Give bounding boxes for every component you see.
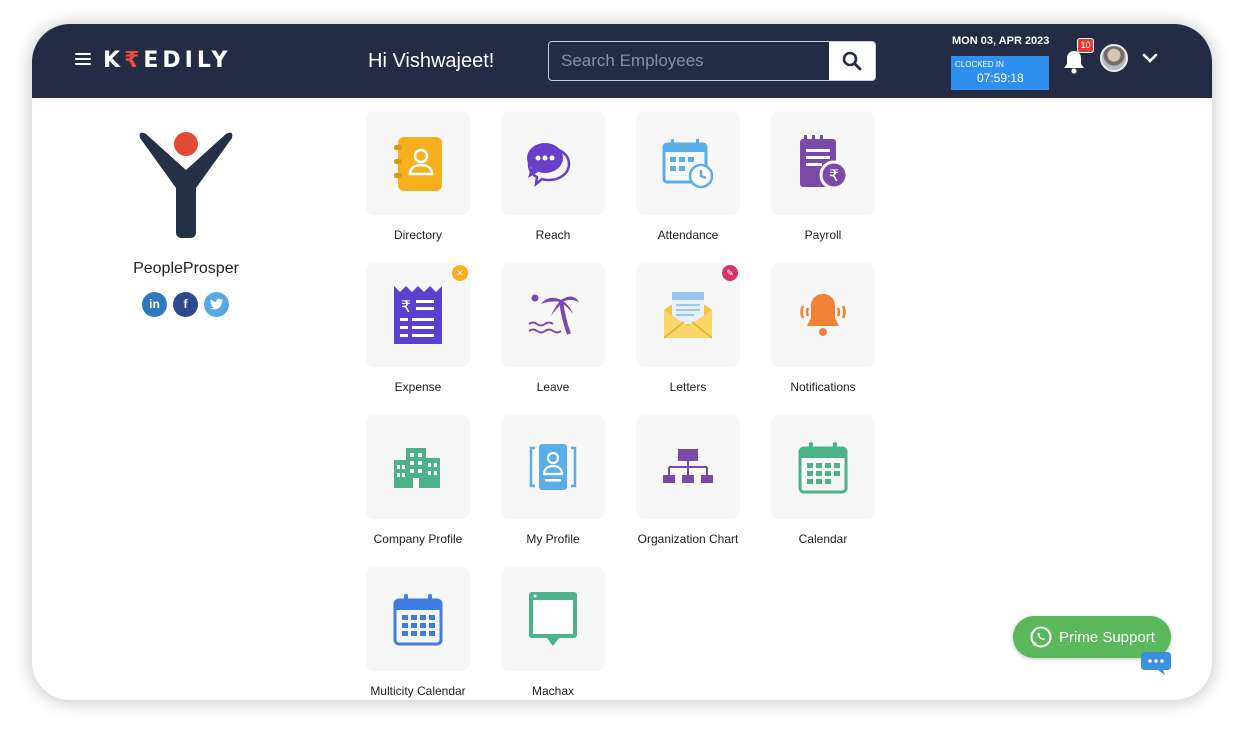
module-label: Attendance	[657, 228, 719, 242]
company-logo	[139, 132, 233, 238]
module-label: Leave	[536, 380, 570, 394]
payroll-invoice-icon: ₹	[800, 135, 849, 190]
module-label: Letters	[669, 380, 707, 394]
clock-time: 07:59:18	[977, 71, 1024, 85]
company-profile-tile[interactable]	[366, 415, 470, 519]
module-label: Machax	[531, 684, 575, 698]
company-sidebar: PeopleProsper in f	[32, 98, 342, 700]
module-reach[interactable]: Reach	[501, 111, 605, 244]
chat-widget-icon[interactable]	[1139, 648, 1173, 676]
greeting-text: Hi Vishwajeet!	[368, 50, 495, 72]
module-label: My Profile	[526, 532, 580, 546]
twitter-icon[interactable]	[204, 292, 229, 317]
clock-in-status[interactable]: CLOCKED IN 07:59:18	[951, 56, 1049, 90]
building-icon	[394, 448, 440, 488]
module-label: Expense	[394, 380, 442, 394]
module-directory[interactable]: Directory	[366, 111, 470, 244]
multicity-calendar-tile[interactable]	[366, 567, 470, 671]
beach-palm-icon	[528, 294, 579, 335]
module-calendar[interactable]: Calendar	[771, 415, 875, 548]
module-label: Organization Chart	[637, 532, 739, 546]
chevron-down-icon[interactable]	[1142, 52, 1158, 64]
svg-text:₹: ₹	[829, 166, 839, 185]
prime-support-label: Prime Support	[1059, 628, 1155, 646]
payroll-tile[interactable]: ₹	[771, 111, 875, 215]
attendance-tile[interactable]	[636, 111, 740, 215]
module-label: Company Profile	[373, 532, 463, 546]
social-links: in f	[142, 292, 229, 317]
module-label: Calendar	[798, 532, 848, 546]
organization-chart-tile[interactable]	[636, 415, 740, 519]
module-expense[interactable]: ₹ ✕ Expense	[366, 263, 470, 396]
reach-tile[interactable]	[501, 111, 605, 215]
pin-icon[interactable]: ✎	[722, 265, 738, 281]
user-avatar[interactable]	[1100, 44, 1128, 72]
search-input[interactable]	[549, 42, 831, 80]
org-chart-icon	[663, 449, 713, 483]
svg-text:₹: ₹	[401, 297, 411, 316]
calendar-icon	[798, 442, 848, 494]
directory-tile[interactable]	[366, 111, 470, 215]
module-letters[interactable]: ✎ Letters	[636, 263, 740, 396]
directory-icon	[394, 137, 442, 191]
linkedin-icon[interactable]: in	[142, 292, 167, 317]
clock-label: CLOCKED IN	[955, 60, 1004, 69]
module-multicity-calendar[interactable]: Multicity Calendar	[366, 567, 470, 700]
top-header: K₹EDILY Hi Vishwajeet! MON 03, APR 2023 …	[32, 24, 1212, 98]
notifications-tile[interactable]	[771, 263, 875, 367]
multicity-calendar-icon	[393, 594, 443, 646]
search-button[interactable]	[829, 42, 875, 80]
calendar-tile[interactable]	[771, 415, 875, 519]
module-company-profile[interactable]: Company Profile	[366, 415, 470, 548]
whatsapp-icon	[1030, 626, 1052, 648]
chat-bubbles-icon	[527, 143, 571, 188]
letters-tile[interactable]: ✎	[636, 263, 740, 367]
search-icon	[842, 51, 862, 71]
id-card-icon	[529, 444, 577, 490]
module-label: Payroll	[804, 228, 842, 242]
company-name: PeopleProsper	[133, 260, 239, 277]
module-machax[interactable]: Machax	[501, 567, 605, 700]
leave-tile[interactable]	[501, 263, 605, 367]
bell-ringing-icon	[800, 294, 846, 336]
kredily-logo[interactable]: K₹EDILY	[103, 48, 231, 73]
app-window: K₹EDILY Hi Vishwajeet! MON 03, APR 2023 …	[32, 24, 1212, 700]
module-my-profile[interactable]: My Profile	[501, 415, 605, 548]
menu-icon[interactable]	[75, 53, 91, 67]
current-date: MON 03, APR 2023	[952, 35, 1050, 47]
envelope-icon	[663, 292, 713, 339]
pin-icon[interactable]: ✕	[452, 265, 468, 281]
module-notifications[interactable]: Notifications	[771, 263, 875, 396]
module-attendance[interactable]: Attendance	[636, 111, 740, 244]
machax-screen-icon	[529, 592, 577, 646]
expense-receipt-icon: ₹	[394, 286, 442, 344]
notification-count-badge: 10	[1077, 38, 1094, 53]
module-payroll[interactable]: ₹ Payroll	[771, 111, 875, 244]
module-label: Reach	[535, 228, 571, 242]
facebook-icon[interactable]: f	[173, 292, 198, 317]
module-label: Notifications	[790, 380, 856, 394]
module-leave[interactable]: Leave	[501, 263, 605, 396]
employee-search	[548, 41, 876, 81]
expense-tile[interactable]: ₹ ✕	[366, 263, 470, 367]
attendance-calendar-icon	[662, 139, 714, 189]
module-label: Multicity Calendar	[370, 684, 466, 698]
module-organization-chart[interactable]: Organization Chart	[636, 415, 740, 548]
machax-tile[interactable]	[501, 567, 605, 671]
my-profile-tile[interactable]	[501, 415, 605, 519]
module-label: Directory	[393, 228, 442, 242]
